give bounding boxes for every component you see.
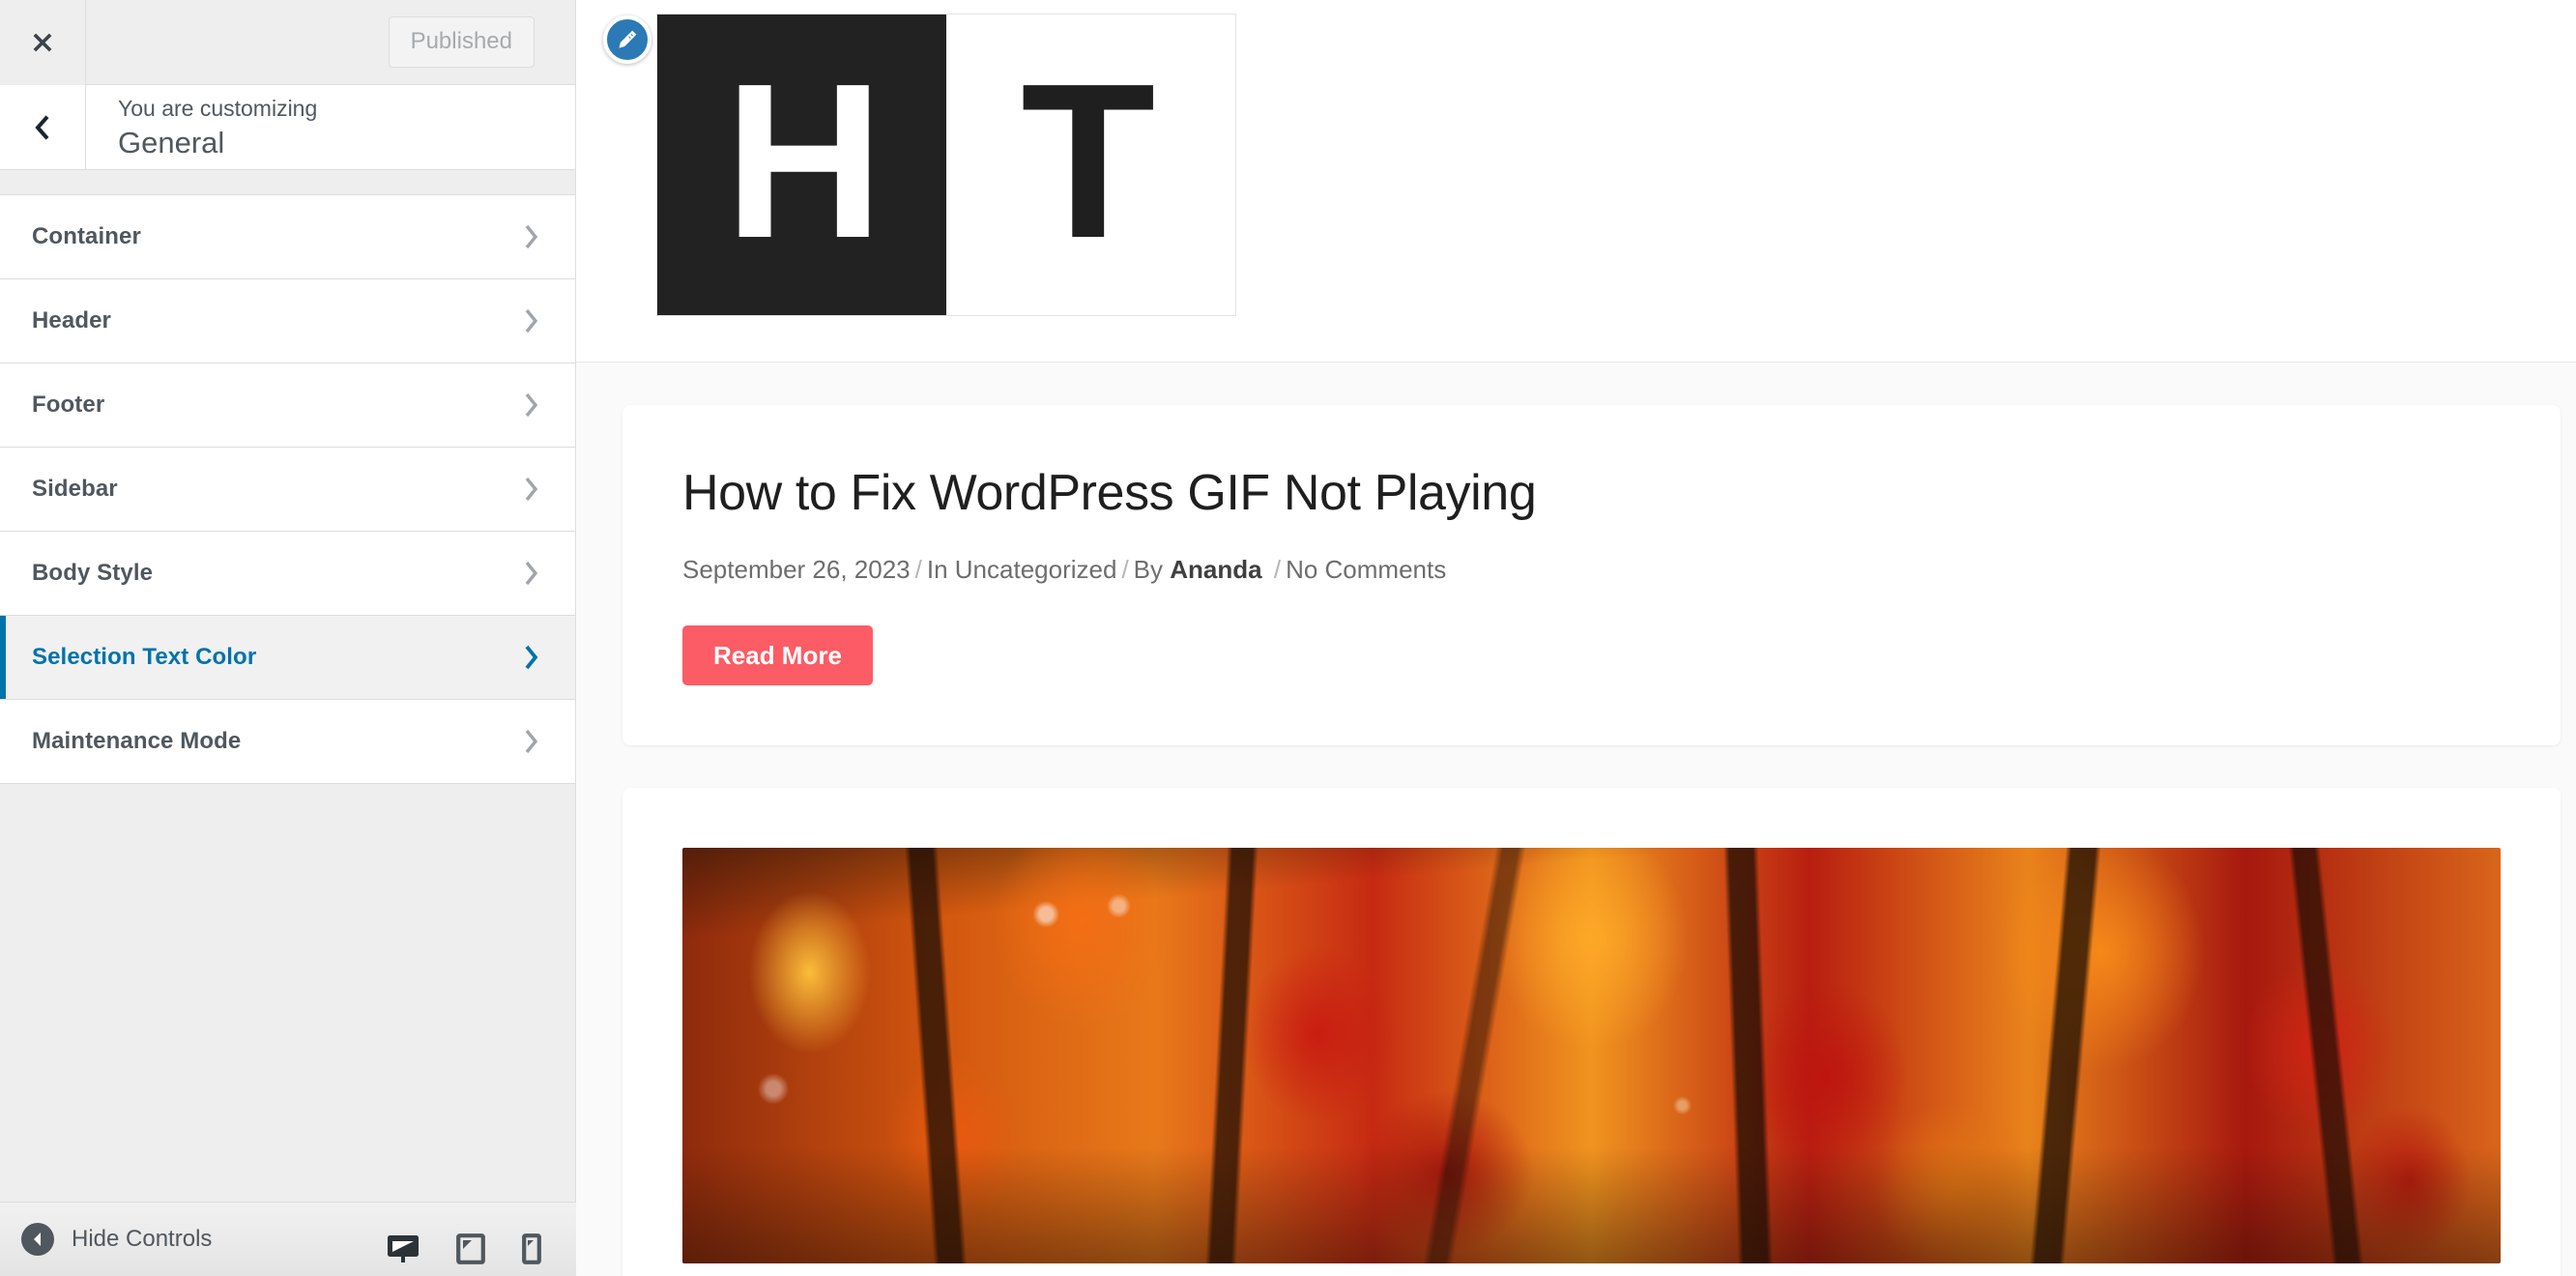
panel-back-button[interactable] [0, 85, 86, 169]
chevron-left-icon [35, 114, 49, 140]
meta-separator: / [1273, 554, 1282, 584]
featured-image[interactable] [682, 848, 2501, 1264]
chevron-right-icon [521, 642, 540, 673]
customizer-topbar: Published [0, 0, 575, 85]
meta-separator: / [914, 554, 922, 584]
preview-content: How to Fix WordPress GIF Not Playing Sep… [576, 362, 2576, 1276]
post-category-link[interactable]: Uncategorized [955, 555, 1117, 584]
publish-button[interactable]: Published [388, 16, 535, 68]
chevron-right-icon [521, 474, 540, 505]
hide-controls-button[interactable]: Hide Controls [21, 1223, 212, 1256]
logo-letter-h: H [657, 14, 947, 315]
chevron-right-icon [521, 726, 540, 757]
chevron-right-icon [521, 390, 540, 420]
mobile-preview-icon[interactable] [522, 1233, 541, 1264]
close-customizer-button[interactable] [0, 0, 86, 85]
close-icon [33, 33, 52, 52]
meta-separator: / [1121, 554, 1129, 584]
sidebar-item-label: Footer [32, 392, 105, 418]
sidebar-item-label: Container [32, 223, 141, 249]
tablet-preview-icon[interactable] [456, 1233, 485, 1264]
post-comments-link[interactable]: No Comments [1286, 555, 1446, 584]
panel-titles: You are customizing General [86, 85, 575, 169]
chevron-right-icon [521, 558, 540, 589]
logo-letter-t: T [946, 14, 1235, 315]
edit-shortcut-button[interactable] [603, 15, 651, 64]
post-card-secondary [622, 788, 2561, 1276]
customizer-sidebar: Published You are customizing General Co… [0, 0, 576, 1276]
post-author-link[interactable]: Ananda [1170, 555, 1261, 584]
panel-title: General [118, 125, 225, 160]
chevron-right-icon [521, 221, 540, 252]
pencil-icon [619, 30, 637, 48]
site-header: H T [576, 0, 2576, 362]
hide-controls-label: Hide Controls [72, 1226, 213, 1252]
panel-eyebrow: You are customizing [118, 95, 318, 121]
panel-spacer [0, 170, 575, 195]
sidebar-item-body-style[interactable]: Body Style [0, 532, 575, 616]
sidebar-item-label: Header [32, 307, 111, 334]
sidebar-item-maintenance-mode[interactable]: Maintenance Mode [0, 700, 575, 784]
post-author-prefix: By [1133, 554, 1164, 584]
collapse-left-icon [21, 1223, 54, 1256]
sidebar-item-footer[interactable]: Footer [0, 363, 575, 448]
chevron-right-icon [521, 305, 540, 336]
site-preview-frame: H T How to Fix WordPress GIF Not Playing… [576, 0, 2576, 1276]
post-meta: September 26, 2023/In Uncategorized / By A… [682, 554, 2501, 587]
site-logo[interactable]: H T [656, 14, 1236, 316]
customizer-footer: Hide Controls [0, 1202, 576, 1276]
sidebar-item-selection-text-color[interactable]: Selection Text Color [0, 616, 575, 700]
customizer-screen: Published You are customizing General Co… [0, 0, 2576, 1276]
sidebar-item-label: Selection Text Color [32, 644, 257, 670]
panel-header: You are customizing General [0, 85, 575, 170]
post-date: September 26, 2023 [682, 554, 911, 584]
desktop-preview-icon[interactable] [387, 1233, 420, 1264]
sidebar-item-label: Sidebar [32, 476, 118, 502]
sidebar-item-container[interactable]: Container [0, 195, 575, 279]
topbar-actions: Published [86, 0, 575, 84]
customizer-section-list: Container Header Footer Sidebar Body Sty… [0, 195, 575, 784]
post-category-prefix: In [926, 554, 948, 584]
post-card: How to Fix WordPress GIF Not Playing Sep… [622, 405, 2561, 746]
post-title[interactable]: How to Fix WordPress GIF Not Playing [682, 465, 2501, 523]
sidebar-item-header[interactable]: Header [0, 279, 575, 363]
sidebar-item-sidebar[interactable]: Sidebar [0, 448, 575, 532]
sidebar-item-label: Maintenance Mode [32, 728, 242, 754]
sidebar-item-label: Body Style [32, 560, 154, 586]
read-more-button[interactable]: Read More [682, 624, 873, 686]
device-preview-group [387, 1233, 576, 1264]
